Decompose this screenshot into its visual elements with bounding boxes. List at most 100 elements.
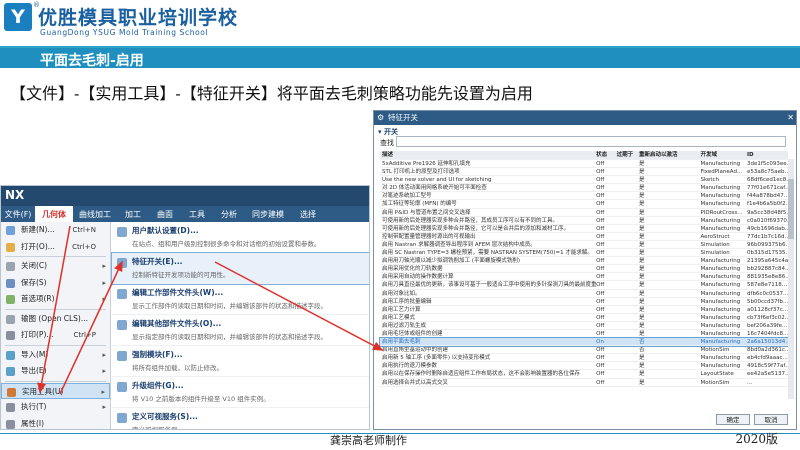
table-row[interactable]: 控制带配置量管理器时源出的可视输出 Off 是 AeroStruct 77dc1b7c1… (380, 233, 788, 241)
utilities-submenu-item[interactable]: 定义可视服务(S)... 定义可视服务器。 (112, 408, 369, 429)
table-cell (617, 273, 639, 280)
file-menu-item[interactable]: 保存(S) ▸ (1, 275, 110, 292)
table-cell: Manufacturing (700, 217, 741, 224)
table-cell: Off (596, 225, 605, 232)
cancel-button[interactable]: 取消 (754, 414, 788, 425)
menu-item-icon (6, 331, 15, 340)
table-cell: 加工特征等轮廓 (MFN) 的编号 (382, 201, 457, 208)
table-row[interactable]: 启用采用自动的操作数据计算 Off 是 Manufacturing 881935e8e8… (380, 273, 788, 282)
table-row[interactable]: 启用采用优化的刀轨数据 Off 是 Manufacturing bb292887c84… (380, 265, 788, 274)
table-cell: Off (596, 266, 605, 273)
file-menu-item[interactable]: 导出(E) ▸ (1, 363, 110, 380)
table-scrollbar[interactable] (788, 159, 794, 399)
close-icon[interactable]: ✕ (787, 111, 794, 125)
table-row[interactable]: STL 打印机上的原型及打印选项 Off 是 FixedPlaneAd… e53a8c7… (380, 168, 788, 177)
table-row[interactable]: 启用刀具直径最优的更新，该事设可基于一般适合工序中使用的多针探测刀具的最前度重组… (380, 281, 788, 290)
nx-menu-3[interactable]: 加工 (117, 206, 149, 222)
table-row[interactable]: Use the new solver and UI for sketching O… (380, 176, 788, 185)
menu-item-label: 打开(O)... (21, 241, 55, 251)
utilities-submenu-item[interactable]: 编辑工作部件文件头(W)... 显示工作部件的读取日期和时间，并编辑该部件的状态和… (112, 284, 369, 315)
table-row[interactable]: 启用新 5 轴工序 (多面零件) 以支持变形模式 Off 是 Manufacturin… (380, 354, 788, 363)
table-row[interactable]: 启用工艺力计算 Off 是 Manufacturing a01128cf37c… (380, 306, 788, 314)
table-row[interactable]: 启用 SC Nastran TYPE=3 螺栓预紧，需要 NASTRAN SYS… (380, 249, 788, 258)
table-cell (617, 370, 639, 377)
table-row[interactable]: 启用用刀轴光顺以减少拟调铣削加工 (平面螺旋模式铣削) Off 是 Manufactu… (380, 257, 788, 266)
file-menu-item[interactable]: 实用工具(U) ▸ (1, 382, 110, 399)
table-cell: Off (596, 347, 605, 354)
scrollbar-thumb[interactable] (788, 179, 794, 239)
feature-table: 描述 状态 过期于 重新启动以激活 开发域 ID 5xAdditive Pre1926 延伸… (379, 151, 789, 387)
table-cell: 2a6a15013d4… (747, 339, 788, 346)
nx-menu-2[interactable]: 曲线加工 (73, 206, 117, 222)
file-menu-item[interactable]: 执行(T) ▸ (1, 399, 110, 416)
ok-button[interactable]: 确定 (716, 414, 750, 425)
table-row[interactable]: 启用过滤刀轨生成 Off 是 Manufacturing bef206a39fe… (380, 322, 788, 330)
table-row[interactable]: 可使用新的后处理器实现多种合并路径，其成员工序可以有不同的工具。 Off 是 Manu… (380, 217, 788, 225)
switch-section-header[interactable]: ▾ 开关 (378, 127, 398, 137)
table-cell: 启用 Nastran 求解器调查导出程序到 AFEM 层次结构中成员。 (382, 241, 536, 248)
table-row[interactable]: 启用以在保存操作时删除自适应组件工作布局状态，这不会影响装置器的各位保存 Off 是… (380, 370, 788, 379)
menu-item-icon (6, 295, 15, 304)
table-cell (617, 200, 639, 207)
table-row[interactable]: 加工特征等轮廓 (MFN) 的编号 Off 是 Manufacturing f1e4b6… (380, 200, 788, 209)
table-row[interactable]: 5xAdditive Pre1926 延伸和孔填充 Off 是 Manufacturi… (380, 160, 788, 169)
utilities-submenu-item[interactable]: 特征开关(E)... 控制新特征开发项功能的可用性。 (111, 252, 369, 285)
menu-item-label: 首选项(R) (21, 294, 55, 303)
table-row[interactable]: 启用毛坯体或组件的创建 Off 是 Manufacturing 16c7404fdc8… (380, 330, 788, 339)
column-header[interactable]: 重新启动以激活 (639, 151, 700, 159)
file-menu-item[interactable]: 首选项(R) ▸ (1, 291, 110, 308)
nx-menu-0[interactable]: 文件(F) (1, 206, 35, 222)
table-row[interactable]: 启用 P&ID 与管道布置之间交叉选择 Off 是 PIDRoutCross… 9a5c… (380, 209, 788, 217)
utilities-submenu-item[interactable]: 升级组件(G)... 将 V10 之前版本的组件升级至 V10 组件实例。 (112, 377, 369, 408)
column-header[interactable]: 状态 (596, 151, 616, 159)
file-menu-item[interactable]: 导入(M) ▸ (1, 347, 110, 364)
file-menu-item[interactable]: 属性(I) (1, 416, 110, 430)
table-cell: eb4cfd9aaac… (747, 355, 788, 362)
instruction-text: 【文件】-【实用工具】-【特征开关】将平面去毛刺策略功能先设置为启用 (10, 84, 533, 103)
nx-menu-6[interactable]: 分析 (213, 206, 245, 222)
table-row[interactable]: 可使用新的后处理器实现多种合并路径，它可以是合并后的添加和减材工序。 Off 是 Ma… (380, 225, 788, 233)
table-cell: Off (596, 209, 605, 216)
search-input[interactable] (396, 136, 786, 147)
column-header[interactable]: 开发域 (700, 151, 747, 159)
table-cell: dfb6c0c0537… (747, 290, 788, 297)
table-cell: 是 (639, 225, 645, 232)
file-menu-item[interactable]: 打印(P)... Ctrl+P (1, 327, 110, 344)
nx-menu-8[interactable]: 选择 (291, 206, 325, 222)
utilities-submenu-item[interactable]: 编辑其他部件文件头(O)... 显示指定部件的读取日期和时间，并编辑该部件的状态和… (112, 315, 369, 346)
table-row[interactable]: 启用直角型基运动中的创建 Off 否 MotionSim 8bd0a2d361c… (380, 346, 788, 355)
submenu-item-title: 特征开关(E)... (132, 257, 183, 266)
table-row[interactable]: 启用执行的退刀模参数 Off 是 Manufacturing 4918c59f77af… (380, 362, 788, 371)
table-row[interactable]: 启用 Nastran 求解器调查导出程序到 AFEM 层次结构中成员。 Off 是 S… (380, 241, 788, 250)
table-row[interactable]: 启用对象比如。 Off 是 Manufacturing dfb6c0c0537… (380, 290, 788, 298)
file-menu-item[interactable]: 关闭(C) ▸ (1, 258, 110, 275)
table-cell (617, 249, 639, 256)
nx-menu-5[interactable]: 工具 (181, 206, 213, 222)
table-row[interactable]: 启用选择合并式以高式交叉 Off 是 MotionSim… (380, 379, 788, 387)
column-header[interactable]: 过期于 (617, 151, 639, 159)
file-menu-item[interactable]: 打开(O)... Ctrl+O (1, 239, 110, 256)
table-row[interactable]: 启用工艺模式 Off 是 Manufacturing cb73f6ef3c02… (380, 314, 788, 322)
submenu-item-description: 控制新特征开发项功能的可用性。 (132, 271, 230, 279)
table-cell: AeroStruct (700, 233, 730, 240)
table-cell: Off (596, 161, 605, 167)
table-row[interactable]: 对 2D 体活动面用网格系统开始可平面检查 Off 是 Manufacturing 77… (380, 184, 788, 193)
header: Y ® 优胜模具职业培训学校 GuangDong YSUG Mold Train… (0, 0, 800, 44)
file-menu-item[interactable]: 新建(N)... Ctrl+N (1, 222, 110, 239)
table-cell: 是 (639, 169, 645, 176)
file-menu-item[interactable]: 输图 (Open CLS)... (1, 311, 110, 328)
menu-item-icon (7, 387, 16, 397)
nx-menu-4[interactable]: 曲面 (149, 206, 181, 222)
table-cell: 49cb1696dab… (747, 225, 788, 232)
table-row[interactable]: 启用平面去毛刺 On 否 Manufacturing 2a6a15013d4… (379, 337, 789, 348)
column-header[interactable]: ID (747, 151, 788, 159)
column-header[interactable]: 描述 (380, 151, 596, 159)
table-row[interactable]: 启用工序的批量编辑 Off 是 Manufacturing 5b00ccd37fb… (380, 298, 788, 306)
utilities-submenu-item[interactable]: 用户默认设置(D)... 在站点、组和用户级别控制很多命令和对话框的初始设置和参数… (112, 222, 369, 253)
table-cell: 是 (639, 201, 645, 208)
table-cell: Manufacturing (700, 266, 741, 273)
nx-menu-7[interactable]: 同步建模 (245, 206, 291, 222)
nx-menu-1[interactable]: 几何体 (35, 206, 73, 222)
table-row[interactable]: 对笔迹系统加工型号 Off 是 Manufacturing f44a878bd47… (380, 192, 788, 201)
utilities-submenu-item[interactable]: 强制模块(F)... 将所有组件加载，以防止修改。 (112, 346, 369, 377)
